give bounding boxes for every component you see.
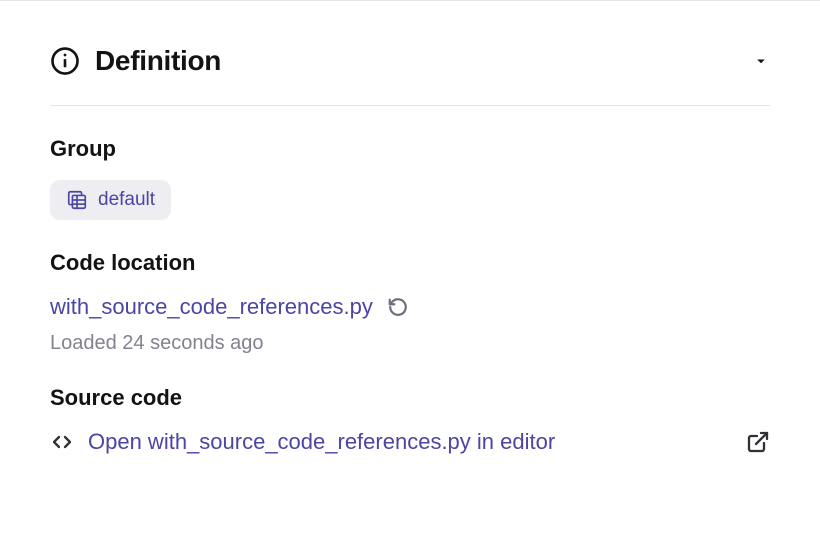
external-link-icon[interactable] (746, 430, 770, 454)
code-location-label: Code location (50, 250, 770, 276)
group-chip-label: default (98, 189, 155, 211)
definition-panel: Definition Group default Code locatio (0, 9, 820, 455)
table-stack-icon (66, 189, 88, 211)
code-location-section: Code location with_source_code_reference… (50, 220, 770, 355)
code-location-row: with_source_code_references.py (50, 294, 409, 320)
code-icon (50, 430, 74, 454)
panel-header-left: Definition (50, 45, 221, 77)
open-in-editor-link[interactable]: Open with_source_code_references.py in e… (88, 429, 555, 455)
source-code-section: Source code Open with_source_code_refere… (50, 355, 770, 455)
loaded-status: Loaded 24 seconds ago (50, 332, 770, 355)
group-section: Group default (50, 106, 770, 220)
panel-title: Definition (95, 45, 221, 77)
group-chip[interactable]: default (50, 180, 171, 220)
source-code-label: Source code (50, 385, 770, 411)
source-code-row: Open with_source_code_references.py in e… (50, 429, 770, 455)
code-location-link[interactable]: with_source_code_references.py (50, 294, 373, 320)
panel-header[interactable]: Definition (50, 25, 770, 106)
group-label: Group (50, 136, 770, 162)
chevron-down-icon[interactable] (752, 52, 770, 70)
info-icon (50, 46, 80, 76)
refresh-icon[interactable] (387, 296, 409, 318)
